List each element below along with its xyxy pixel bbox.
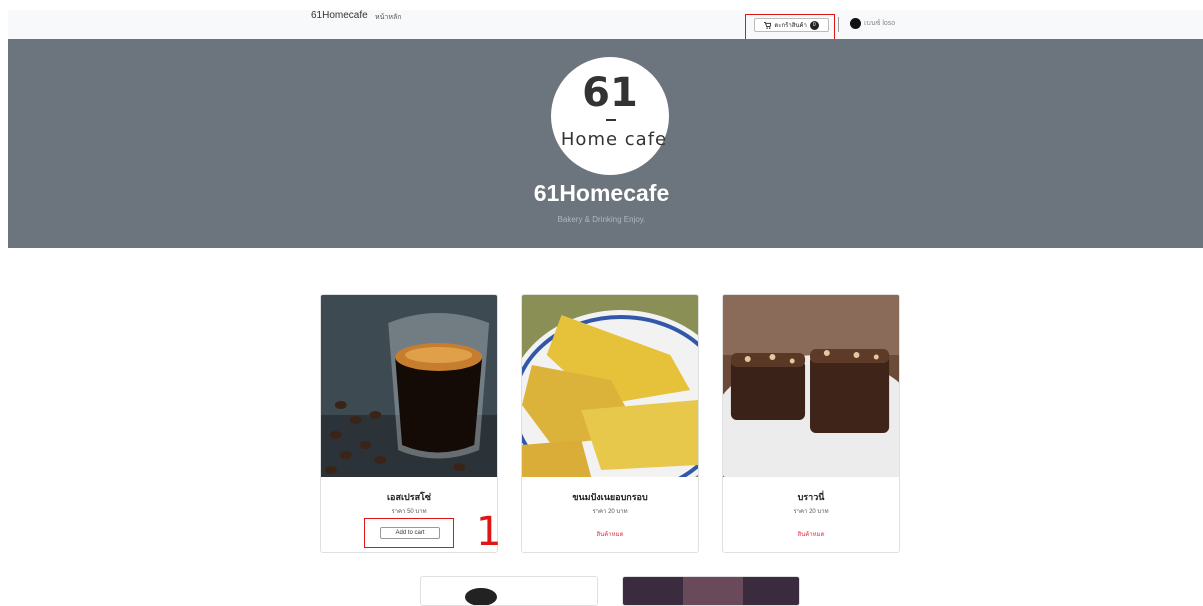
- product-name: เอสเปรสโซ่: [386, 492, 432, 502]
- product-card-butter-toast: ขนมปังเนยอบกรอบ ราคา 20 บาท สินค้าหมด: [521, 294, 699, 553]
- butter-toast-image: [522, 295, 698, 500]
- sold-out-label: สินค้าหมด: [596, 532, 624, 538]
- product-card-partial: [622, 576, 800, 606]
- logo-dash: [606, 119, 616, 121]
- navbar-divider: [838, 17, 839, 32]
- product-card-brownie: บราวนี่ ราคา 20 บาท สินค้าหมด: [722, 294, 900, 553]
- annotation-box-1: [364, 518, 454, 548]
- hero-title: 61Homecafe: [533, 180, 670, 206]
- product-name: ขนมปังเนยอบกรอบ: [572, 492, 648, 502]
- product-name: บราวนี่: [797, 492, 825, 502]
- logo-number: 61: [582, 70, 638, 116]
- nav-link-home[interactable]: หน้าหลัก: [375, 12, 401, 23]
- hero-subtitle: Bakery & Drinking Enjoy.: [557, 215, 646, 224]
- annotation-number-1: 1: [476, 509, 502, 555]
- sold-out-label: สินค้าหมด: [797, 532, 825, 538]
- user-name: เบนซ์ loso: [864, 20, 896, 27]
- product-card-espresso: เอสเปรสโซ่ ราคา 50 บาท Add to cart: [320, 294, 498, 553]
- brownie-image: [723, 295, 899, 515]
- user-menu[interactable]: เบนซ์ loso: [850, 18, 895, 29]
- product-price: ราคา 20 บาท: [592, 509, 628, 515]
- navbar: [8, 10, 1203, 39]
- navbar-brand[interactable]: 61Homecafe: [311, 10, 368, 21]
- product-price: ราคา 50 บาท: [391, 509, 427, 515]
- logo-text: Home cafe: [560, 129, 668, 150]
- product-price: ราคา 20 บาท: [793, 509, 829, 515]
- avatar: [850, 18, 861, 29]
- espresso-image: [321, 295, 497, 477]
- cafe-logo: 61 Home cafe: [551, 57, 669, 175]
- product-card-partial: [420, 576, 598, 606]
